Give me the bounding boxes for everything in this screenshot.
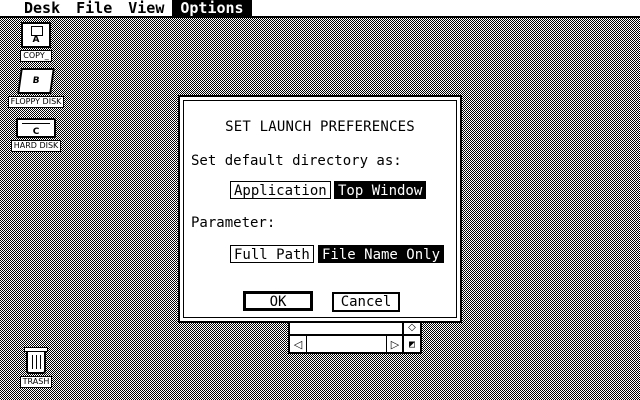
option-application[interactable]: Application	[230, 181, 331, 199]
directory-label: Set default directory as:	[191, 153, 402, 169]
menu-desk[interactable]: Desk	[16, 0, 68, 16]
desktop-icon-floppy-b[interactable]: B FLOPPY DISK	[6, 68, 66, 108]
option-file-name-only[interactable]: File Name Only	[318, 245, 445, 263]
scroll-right-icon[interactable]: ▷	[386, 336, 404, 352]
scroll-left-icon[interactable]: ◁	[290, 336, 307, 352]
desktop-icon-label: HARD DISK	[10, 140, 62, 152]
background-window[interactable]: ◇ ◁ ▷ ◩	[288, 318, 422, 354]
desktop-icon-label: TRASH	[19, 376, 53, 388]
option-top-window[interactable]: Top Window	[334, 181, 427, 199]
resize-handle-icon[interactable]: ◩	[404, 336, 420, 352]
desktop-icon-trash[interactable]: TRASH	[6, 347, 66, 388]
ok-button[interactable]: OK	[243, 291, 313, 311]
cancel-button[interactable]: Cancel	[332, 292, 400, 312]
menu-bar: Desk File View Options	[0, 0, 640, 18]
desktop-icon-label: COPY_	[20, 50, 52, 62]
floppy-drive-icon: B	[17, 68, 55, 94]
trash-can-icon	[24, 347, 48, 374]
option-full-path[interactable]: Full Path	[230, 245, 314, 263]
menu-options[interactable]: Options	[172, 0, 252, 16]
menu-file[interactable]: File	[68, 0, 120, 16]
horizontal-scrollbar[interactable]: ◁ ▷	[290, 334, 420, 352]
desktop-icon-hard-disk[interactable]: C HARD DISK	[6, 118, 66, 152]
parameter-label: Parameter:	[191, 215, 276, 231]
floppy-drive-icon: A	[21, 22, 51, 48]
menu-view[interactable]: View	[120, 0, 172, 16]
dialog-title: SET LAUNCH PREFERENCES	[225, 119, 415, 135]
desktop-icon-label: FLOPPY DISK	[7, 96, 65, 108]
desktop-icon-floppy-a[interactable]: A COPY_	[6, 22, 66, 62]
launch-preferences-dialog: SET LAUNCH PREFERENCES Set default direc…	[178, 95, 462, 323]
hard-disk-icon: C	[16, 118, 56, 138]
